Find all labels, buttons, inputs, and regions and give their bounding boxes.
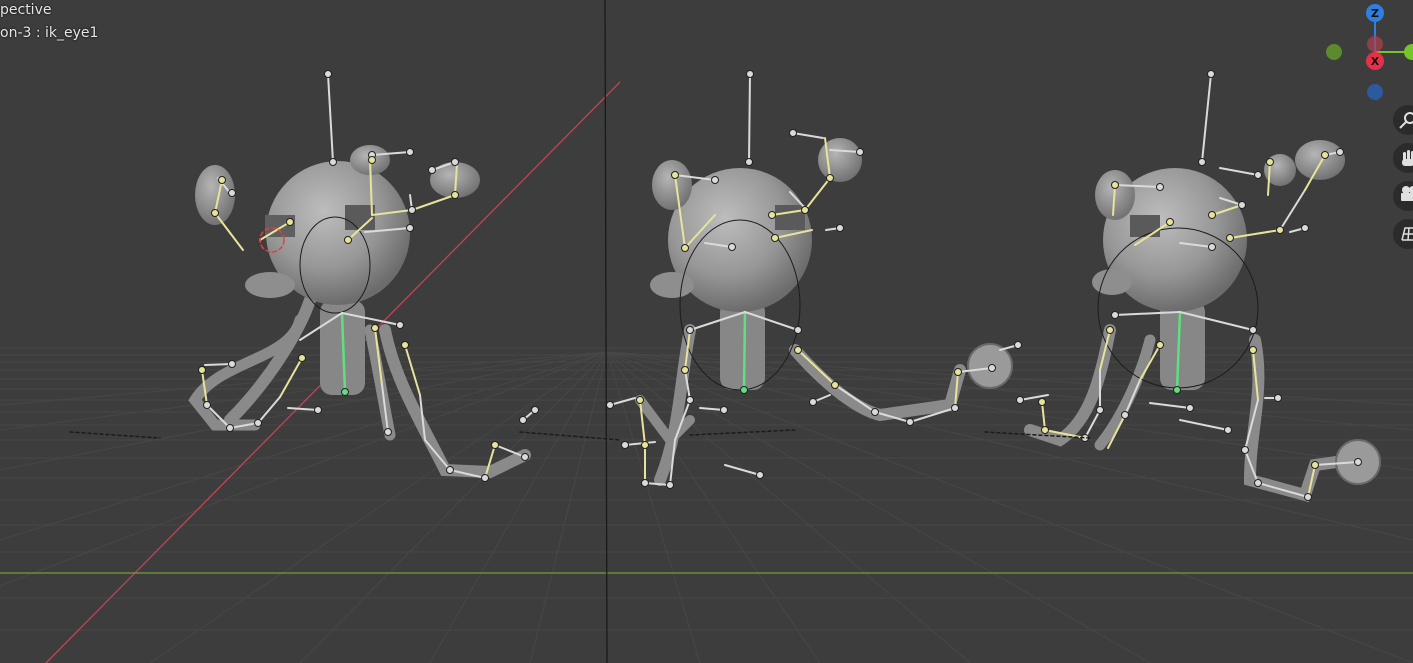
active-object-bone-label: on-3 : ik_eye1 xyxy=(0,25,99,41)
camera-icon xyxy=(1401,186,1413,201)
pan-hand-icon xyxy=(1402,150,1413,166)
gizmo-z-label: Z xyxy=(1371,7,1379,20)
gizmo-x-label: X xyxy=(1371,55,1380,68)
gizmo-neg-x[interactable] xyxy=(1367,36,1383,52)
viewport-view-label: pective xyxy=(0,2,52,18)
3d-viewport[interactable]: Z X xyxy=(0,0,1413,663)
gizmo-neg-z[interactable] xyxy=(1367,84,1383,100)
gizmo-neg-y[interactable] xyxy=(1326,44,1342,60)
